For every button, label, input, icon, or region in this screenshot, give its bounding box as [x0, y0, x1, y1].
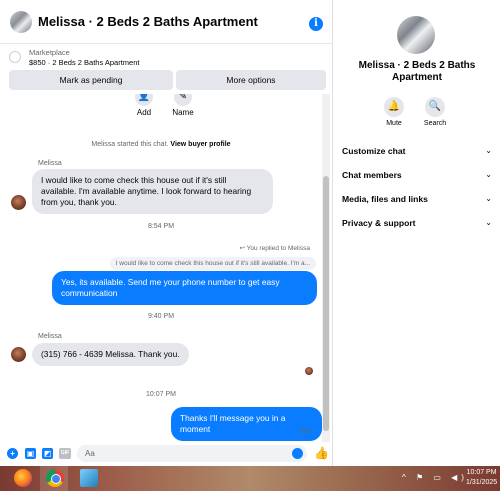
person-add-icon: 👤 — [135, 94, 153, 106]
chat-details-panel: Melissa · 2 Beds 2 Baths Apartment 🔔 Mut… — [334, 0, 500, 466]
sender-name: Melissa — [38, 333, 62, 340]
timestamp: 9:40 PM — [147, 313, 175, 320]
clock-time: 10:07 PM — [466, 469, 497, 476]
add-action[interactable]: 👤 Add — [124, 94, 164, 117]
row-label: Media, files and links — [342, 194, 428, 204]
search-icon: 🔍 — [425, 97, 445, 117]
timestamp: 10:07 PM — [146, 391, 176, 398]
avatar[interactable] — [11, 347, 26, 362]
chevron-down-icon: ⌄ — [485, 218, 492, 227]
chat-started-notice: Melissa started this chat. View buyer pr… — [0, 141, 322, 148]
media-files-links-row[interactable]: Media, files and links ⌄ — [342, 194, 492, 204]
timestamp: 8:54 PM — [147, 223, 175, 230]
composer-bar: + ▣ ◩ GIF Aa 👍 — [0, 442, 333, 466]
sender-name: Melissa — [38, 160, 62, 167]
outgoing-message[interactable]: Thanks I'll message you in a moment — [171, 407, 322, 441]
marketplace-label: Marketplace — [29, 48, 70, 57]
search-action[interactable]: 🔍 Search — [420, 97, 450, 127]
pencil-icon: ✎ — [174, 94, 192, 106]
chat-title[interactable]: Melissa · 2 Beds 2 Baths Apartment — [38, 14, 258, 29]
emoji-icon[interactable] — [292, 448, 303, 459]
customize-chat-row[interactable]: Customize chat ⌄ — [342, 146, 492, 156]
clock-date: 1/31/2025 — [466, 479, 498, 486]
sticker-icon[interactable]: ◩ — [42, 448, 53, 459]
message-list[interactable]: 👤 Add ✎ Name Melissa started this chat. … — [0, 94, 322, 442]
photo-icon[interactable]: ▣ — [25, 448, 36, 459]
thumbs-up-icon[interactable]: 👍 — [314, 446, 329, 460]
chat-started-text: Melissa started this chat. — [91, 141, 169, 148]
more-options-button[interactable]: More options — [176, 70, 326, 90]
name-action[interactable]: ✎ Name — [163, 94, 203, 117]
system-tray[interactable]: ^ ⚑ ▭ ◀) — [402, 473, 468, 482]
mute-action[interactable]: 🔔 Mute — [379, 97, 409, 127]
listing-thumbnail[interactable] — [10, 10, 32, 33]
os-taskbar: ^ ⚑ ▭ ◀) 10:07 PM 1/31/2025 — [0, 466, 500, 491]
taskbar-clock[interactable]: 10:07 PM 1/31/2025 — [466, 468, 497, 488]
reply-note-text: You replied to Melissa — [246, 245, 310, 252]
seen-indicator-avatar — [305, 367, 313, 375]
mute-label: Mute — [386, 120, 402, 127]
details-title: Melissa · 2 Beds 2 Baths Apartment — [358, 60, 476, 83]
reply-arrow-icon: ↩ — [239, 245, 247, 252]
reply-note: ↩ You replied to Melissa — [240, 244, 311, 252]
listing-avatar[interactable] — [397, 16, 435, 54]
bell-icon: 🔔 — [384, 97, 404, 117]
chat-pane: Melissa · 2 Beds 2 Baths Apartment i Mar… — [0, 0, 333, 466]
sent-status: Sent — [298, 428, 312, 435]
outgoing-message[interactable]: Yes, its available. Send me your phone n… — [52, 271, 317, 305]
firefox-icon[interactable] — [14, 469, 32, 487]
gif-icon[interactable]: GIF — [59, 448, 71, 459]
avatar[interactable] — [11, 195, 26, 210]
chevron-down-icon: ⌄ — [485, 194, 492, 203]
row-label: Chat members — [342, 170, 402, 180]
message-input[interactable]: Aa — [77, 445, 307, 462]
incoming-message[interactable]: I would like to come check this house ou… — [32, 169, 273, 214]
row-label: Privacy & support — [342, 218, 416, 228]
search-label: Search — [423, 120, 447, 127]
listing-select-radio[interactable] — [9, 51, 21, 63]
mark-as-pending-button[interactable]: Mark as pending — [9, 70, 173, 90]
incoming-message[interactable]: (315) 766 - 4639 Melissa. Thank you. — [32, 343, 189, 366]
listing-price-title[interactable]: $850 · 2 Beds 2 Baths Apartment — [29, 58, 140, 67]
chat-header: Melissa · 2 Beds 2 Baths Apartment i — [0, 0, 333, 44]
info-icon[interactable]: i — [309, 17, 323, 31]
add-label: Add — [136, 108, 152, 117]
plus-icon[interactable]: + — [7, 448, 18, 459]
privacy-support-row[interactable]: Privacy & support ⌄ — [342, 218, 492, 228]
chevron-down-icon: ⌄ — [485, 170, 492, 179]
row-label: Customize chat — [342, 146, 406, 156]
scrollbar-thumb[interactable] — [323, 176, 329, 431]
name-label: Name — [172, 108, 194, 117]
chat-members-row[interactable]: Chat members ⌄ — [342, 170, 492, 180]
view-buyer-profile-link[interactable]: View buyer profile — [170, 141, 230, 148]
notes-app-icon[interactable] — [80, 469, 98, 487]
quoted-message[interactable]: I would like to come check this house ou… — [109, 257, 316, 270]
message-scrollbar[interactable] — [322, 94, 330, 442]
chevron-down-icon: ⌄ — [485, 146, 492, 155]
chrome-icon[interactable] — [46, 469, 64, 487]
